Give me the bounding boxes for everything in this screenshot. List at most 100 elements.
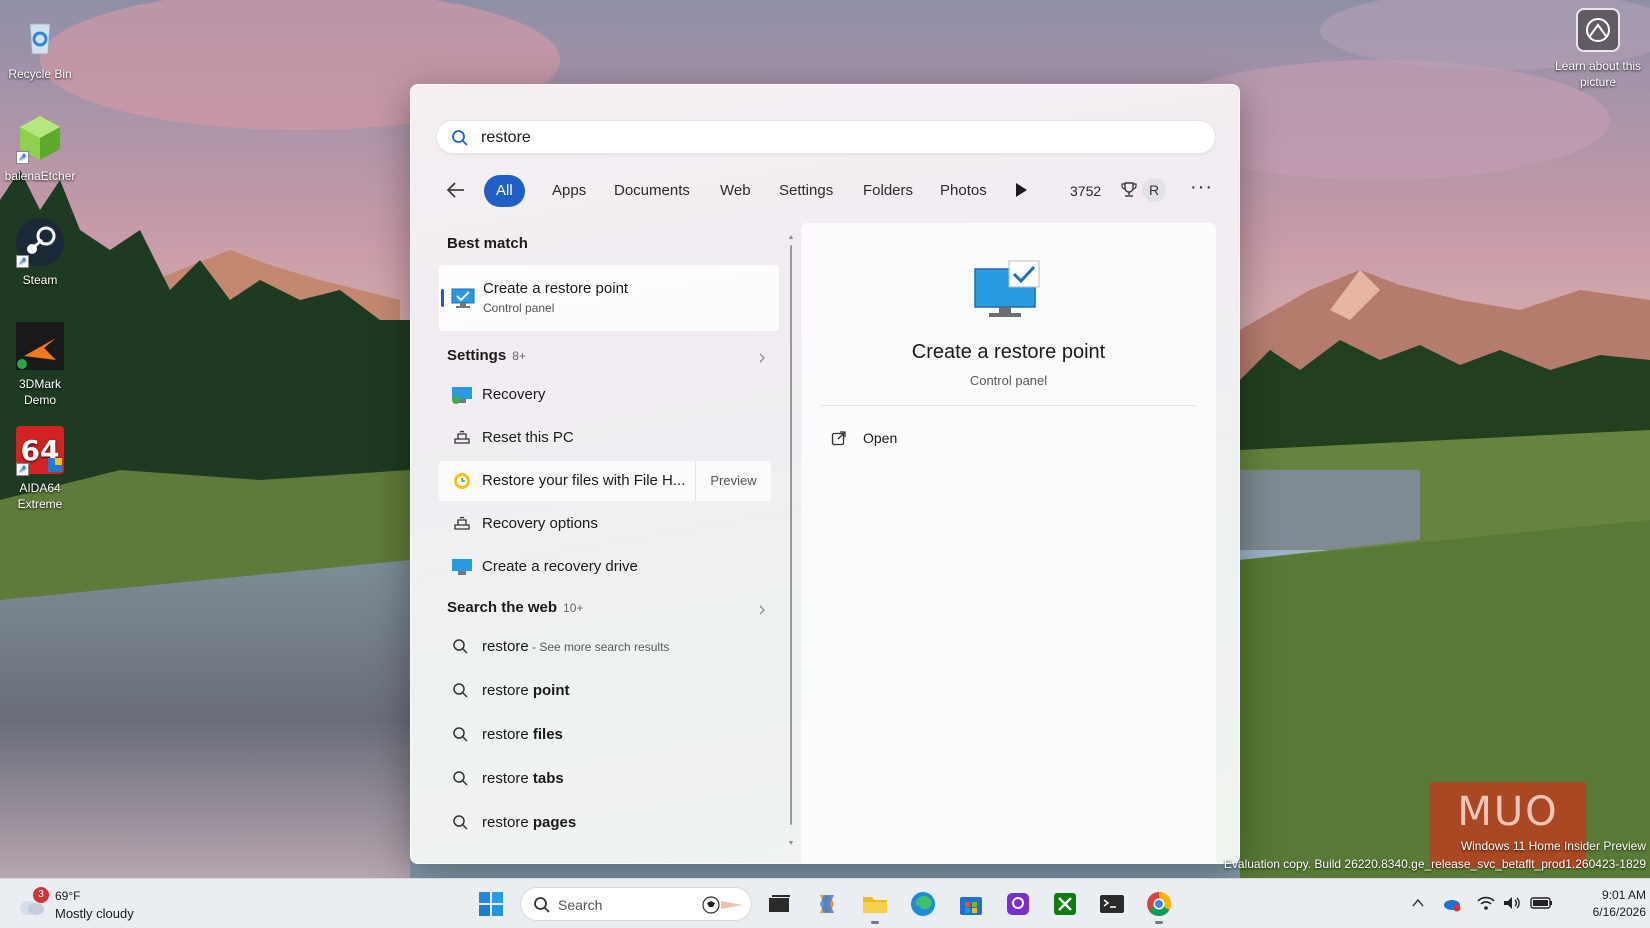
microsoft-store-icon[interactable] [956, 889, 986, 919]
search-icon [453, 727, 468, 742]
settings-heading[interactable]: Settings 8+ [447, 347, 526, 364]
results-list: Best match Create a restore point Contro… [439, 225, 779, 863]
filter-apps[interactable]: Apps [542, 175, 596, 207]
search-web-count: 10+ [563, 601, 584, 615]
search-box[interactable] [436, 120, 1216, 154]
filter-web[interactable]: Web [710, 175, 761, 207]
open-label: Open [863, 430, 898, 446]
settings-item-create-recovery-drive[interactable]: Create a recovery drive [439, 547, 771, 587]
web-suggestion[interactable]: restore files [439, 715, 771, 755]
volume-icon[interactable] [1502, 895, 1522, 911]
web-suggestion[interactable]: restore tabs [439, 759, 771, 799]
search-web-heading[interactable]: Search the web 10+ [447, 599, 583, 616]
desktop-icon-label: 3DMark Demo [18, 377, 61, 407]
filter-documents[interactable]: Documents [604, 175, 700, 207]
results-scrollbar[interactable] [789, 235, 793, 845]
taskbar-search-label: Search [558, 897, 603, 913]
web-suggestion-text: restore tabs [482, 770, 564, 787]
muo-watermark: MUO [1430, 782, 1586, 868]
steam-icon: ↗ [14, 216, 66, 268]
desktop-icon-balenaetcher[interactable]: ↗ balenaEtcher [0, 112, 80, 184]
back-arrow-icon[interactable] [444, 179, 468, 201]
xbox-icon[interactable] [1050, 889, 1080, 919]
battery-icon[interactable] [1530, 896, 1554, 910]
open-button[interactable]: Open [825, 425, 985, 453]
preview-button[interactable]: Preview [695, 461, 771, 501]
build-label: Evaluation copy. Build 26220.8340.ge_rel… [1223, 857, 1646, 871]
web-suggestion-text: restore - See more search results [482, 638, 669, 655]
filter-bar: All Apps Documents Web Settings Folders … [436, 173, 1226, 207]
web-suggestion-hint: - See more search results [528, 640, 670, 654]
web-suggestion[interactable]: restore - See more search results [439, 627, 771, 667]
web-suggestion[interactable]: restore pages [439, 803, 771, 843]
desktop-icon-recycle-bin[interactable]: Recycle Bin [0, 10, 80, 82]
play-icon[interactable] [1014, 182, 1028, 198]
preview-subtitle: Control panel [969, 373, 1048, 388]
best-match-item[interactable]: Create a restore point Control panel [439, 265, 779, 331]
filter-all[interactable]: All [484, 175, 525, 207]
search-icon [453, 815, 468, 830]
desktop-icon-aida64-extreme[interactable]: 64 ↗ AIDA64 Extreme [0, 424, 80, 512]
search-icon [453, 683, 468, 698]
scroll-down-arrow-icon[interactable] [789, 841, 793, 845]
recycle-bin-icon [14, 10, 66, 62]
weather-widget[interactable]: 3 69°F Mostly cloudy [18, 885, 148, 925]
web-suggestion-completion: pages [532, 814, 577, 831]
chevron-right-icon[interactable] [757, 353, 767, 363]
search-input[interactable] [481, 127, 1181, 149]
web-suggestion-query: restore [482, 814, 533, 831]
muo-logo: MUO [1457, 789, 1559, 835]
web-suggestion-text: restore point [482, 682, 570, 699]
rewards-points: 3752 [1070, 183, 1102, 199]
search-icon [452, 130, 468, 146]
more-options-button[interactable]: ··· [1190, 176, 1213, 199]
shortcut-arrow-icon: ↗ [16, 255, 29, 268]
settings-item-reset-this-pc[interactable]: Reset this PC [439, 418, 771, 458]
monitor-icon [452, 387, 472, 404]
desktop-icon-3dmark-demo[interactable]: 3DMark Demo [0, 320, 80, 408]
chevron-up-icon[interactable] [1411, 897, 1425, 909]
web-suggestion-completion: files [532, 726, 563, 743]
clock[interactable]: 9:01 AM 6/16/2026 [1552, 887, 1646, 921]
learn-about-picture[interactable]: Learn about this picture [1548, 8, 1648, 90]
web-suggestion[interactable]: restore point [439, 671, 771, 711]
web-suggestion-completion: tabs [532, 770, 564, 787]
wifi-icon[interactable] [1476, 895, 1496, 911]
settings-item-recovery-options[interactable]: Recovery options [439, 504, 771, 544]
avatar[interactable]: R [1142, 178, 1166, 202]
copilot-icon[interactable] [812, 889, 842, 919]
search-web-heading-label: Search the web [447, 599, 558, 616]
web-suggestion-query: restore [482, 638, 529, 655]
windows-start-icon[interactable] [478, 891, 504, 917]
settings-count: 8+ [512, 349, 526, 363]
filter-photos[interactable]: Photos [930, 175, 997, 207]
selection-accent [441, 289, 444, 307]
filter-folders[interactable]: Folders [853, 175, 923, 207]
best-match-title: Create a restore point [483, 280, 629, 297]
scroll-up-arrow-icon[interactable] [789, 235, 793, 239]
settings-item-label: Reset this PC [482, 429, 574, 446]
clock-date: 6/16/2026 [1592, 905, 1646, 919]
shortcut-arrow-icon: ↗ [16, 151, 29, 164]
trophy-icon[interactable] [1120, 181, 1138, 199]
app-icon[interactable] [1003, 889, 1033, 919]
desktop-icon-label: Recycle Bin [8, 67, 72, 81]
search-highlight-icon [702, 896, 743, 914]
chevron-right-icon[interactable] [757, 605, 767, 615]
settings-item-file-history[interactable]: Restore your files with File H... Previe… [439, 461, 771, 501]
taskbar-search[interactable]: Search [520, 887, 752, 921]
task-view-icon[interactable] [764, 889, 794, 919]
chrome-icon[interactable] [1144, 889, 1174, 924]
shortcut-arrow-icon: ↗ [16, 463, 29, 476]
onedrive-icon[interactable] [1442, 894, 1462, 912]
filter-settings[interactable]: Settings [769, 175, 843, 207]
scrollbar-thumb[interactable] [790, 245, 792, 825]
camera-icon [1576, 8, 1620, 52]
divider [821, 405, 1196, 406]
settings-item-recovery[interactable]: Recovery [439, 375, 771, 415]
terminal-icon[interactable] [1097, 889, 1127, 919]
file-explorer-icon[interactable] [860, 889, 890, 924]
edge-icon[interactable] [908, 889, 938, 919]
3dmark-icon [14, 320, 66, 372]
desktop-icon-steam[interactable]: ↗ Steam [0, 216, 80, 288]
